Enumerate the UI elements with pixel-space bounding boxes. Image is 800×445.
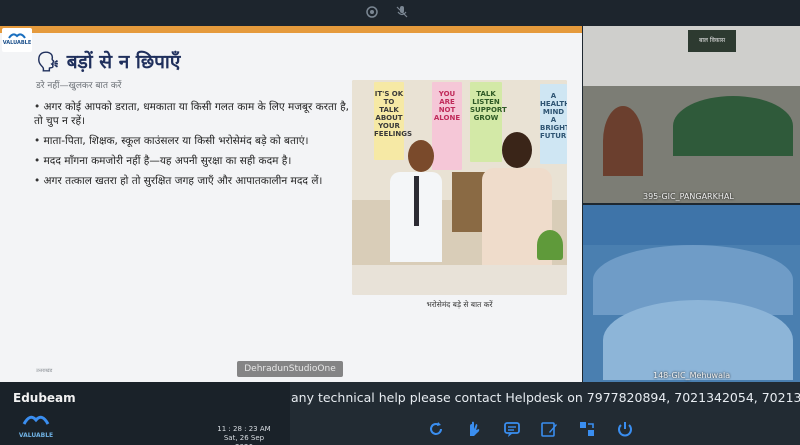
bullet-item: अगर तत्काल खतरा हो तो सुरक्षित जगह जाएँ … [34,174,356,188]
poster: TALK LISTEN SUPPORT GROW [470,82,507,162]
helpdesk-ticker: any technical help please contact Helpde… [291,390,800,405]
studio-watermark: DehradunStudioOne [237,361,343,377]
bullet-list: अगर कोई आपको डराता, धमकाता या किसी गलत क… [34,100,356,194]
slide-subtitle: डरे नहीं—खुलकर बात करें [36,81,122,91]
student-head [408,140,434,172]
clock-time: 11 : 28 : 23 AM [217,425,271,433]
mic-off-icon[interactable] [394,4,410,20]
poster: A HEALTHY MIND A BRIGHT FUTURE [540,84,567,164]
poster: YOU ARE NOT ALONE [432,82,462,170]
clock-date: Sat, 26 Sep 2026 [223,434,265,445]
video-tile[interactable]: 148-GIC_Mehuwala [583,205,800,383]
edubeam-window: VALUABLE 🗣 बड़ों से न छिपाएँ डरे नहीं—खु… [0,0,800,445]
teacher-head [502,132,532,168]
clock: 11 : 28 : 23 AM Sat, 26 Sep 2026 [214,425,274,445]
app-name: Edubeam [13,391,76,405]
student-group [603,300,793,380]
camera-icon[interactable] [364,4,380,20]
edit-icon[interactable] [539,420,559,440]
power-icon[interactable] [615,420,635,440]
photo-caption: भरोसेमंद बड़े से बात करें [426,300,493,309]
slide-logo: VALUABLE [2,28,32,52]
counselling-photo: IT'S OK TO TALK ABOUT YOUR FEELINGS YOU … [352,80,567,295]
refresh-icon[interactable] [426,420,446,440]
poster: IT'S OK TO TALK ABOUT YOUR FEELINGS [374,82,412,160]
student-tie [414,176,419,226]
classroom-board: बाल विकास [688,30,736,52]
chat-icon[interactable] [502,420,522,440]
slide-accent-bar [0,26,582,33]
book-logo-icon [8,33,26,39]
share-icon[interactable] [577,420,597,440]
slide-title: 🗣 बड़ों से न छिपाएँ [36,51,181,73]
student-group [673,96,793,156]
bullet-item: मदद माँगना कमजोरी नहीं है—यह अपनी सुरक्ष… [34,154,356,168]
top-toolbar [0,0,800,26]
video-tile[interactable]: बाल विकास 395-GIC_PANGARKHAL [583,26,800,203]
classroom-wall [583,205,800,245]
tile-label: 148-GIC_Mehuwala [653,371,731,380]
teacher-group [603,106,643,176]
slide-logo-text: VALUABLE [2,40,32,46]
raise-hand-icon[interactable] [464,420,484,440]
book-logo-icon [22,415,50,425]
brand-logo: VALUABLE [14,410,58,442]
desk [352,265,567,295]
tile-label: 395-GIC_PANGARKHAL [643,192,734,201]
brand-logo-text: VALUABLE [18,432,54,439]
plant [537,230,563,260]
bullet-item: अगर कोई आपको डराता, धमकाता या किसी गलत क… [34,100,356,128]
slide-footer: उत्तराखंड [36,368,53,374]
bullet-item: माता-पिता, शिक्षक, स्कूल काउंसलर या किसी… [34,134,356,148]
